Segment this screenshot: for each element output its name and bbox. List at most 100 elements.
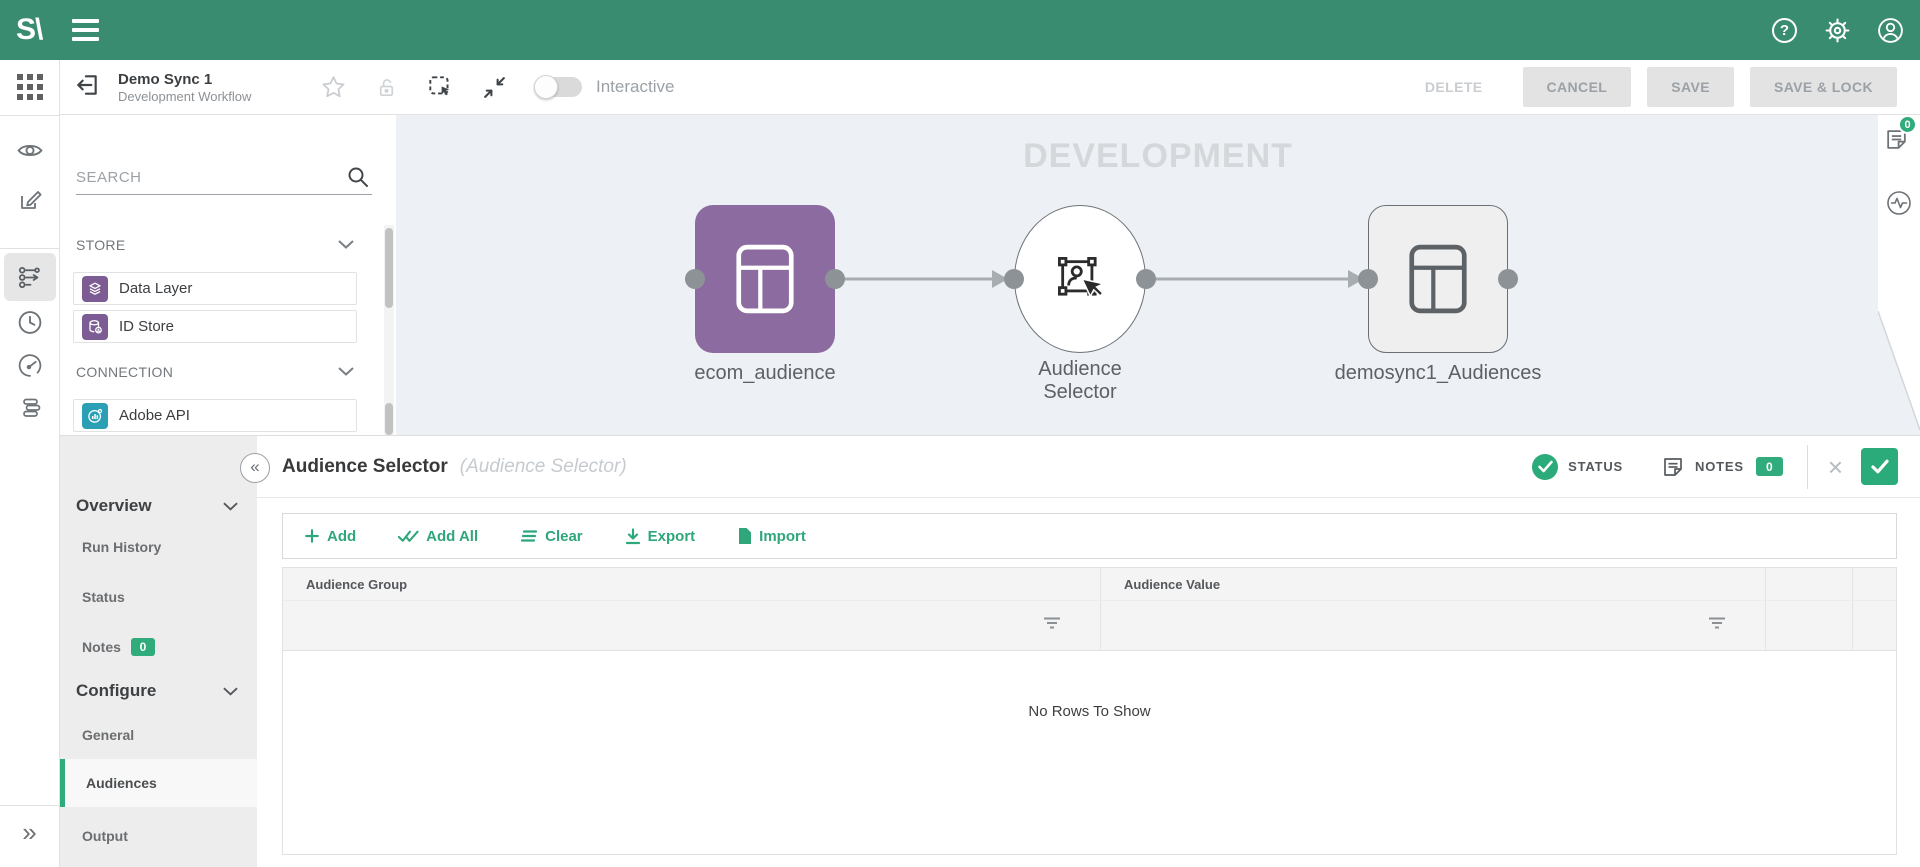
view-eye-icon[interactable]: [16, 137, 43, 167]
status-check-icon[interactable]: [1532, 453, 1559, 480]
history-clock-icon[interactable]: [16, 309, 43, 339]
data-stack-icon[interactable]: [17, 395, 43, 424]
left-icon-rail: »: [0, 60, 60, 867]
workflow-toolbar: Demo Sync 1 Development Workflow Interac…: [60, 60, 1920, 115]
plus-icon: [305, 529, 319, 543]
scrollbar-thumb[interactable]: [385, 403, 393, 435]
activity-pulse-icon[interactable]: [1885, 189, 1913, 222]
check-icon: [1870, 459, 1889, 474]
connection-section-label: CONNECTION: [76, 364, 174, 380]
close-icon[interactable]: ×: [1828, 454, 1843, 480]
chevron-down-icon: [223, 687, 238, 696]
unlock-icon[interactable]: [374, 75, 399, 100]
cancel-button[interactable]: CANCEL: [1522, 67, 1632, 107]
dashboard-gauge-icon[interactable]: [16, 352, 43, 382]
chevron-down-icon: [223, 502, 238, 511]
clear-label: Clear: [545, 527, 583, 545]
inspector-subtitle: (Audience Selector): [459, 455, 627, 477]
collapse-panel-button[interactable]: «: [240, 453, 270, 483]
palette-item-id-store[interactable]: ID Store: [73, 310, 357, 343]
app-logo[interactable]: S\: [16, 13, 43, 47]
nav-item-notes[interactable]: Notes 0: [82, 632, 155, 662]
inspector-nav: Overview Run History Status Notes 0 Conf…: [60, 436, 257, 867]
toolbar-buttons: DELETE CANCEL SAVE SAVE & LOCK: [1401, 67, 1897, 107]
interactive-toggle-label: Interactive: [596, 77, 675, 96]
palette-scrollbar[interactable]: [384, 225, 394, 437]
palette-item-data-layer[interactable]: Data Layer: [73, 272, 357, 305]
canvas-notes-count-badge: 0: [1898, 115, 1917, 134]
expand-panel-chevrons[interactable]: »: [22, 817, 36, 848]
node-demosync1-audiences[interactable]: [1368, 205, 1508, 353]
inspector-header-actions: STATUS NOTES 0 ×: [1532, 444, 1898, 489]
add-all-button[interactable]: Add All: [398, 528, 478, 545]
nav-item-status[interactable]: Status: [82, 582, 125, 612]
connection-section-header[interactable]: CONNECTION: [76, 364, 376, 380]
account-icon[interactable]: [1877, 17, 1904, 44]
scrollbar-thumb[interactable]: [385, 228, 393, 308]
status-label[interactable]: STATUS: [1568, 459, 1623, 474]
nav-item-audiences-selected[interactable]: Audiences: [60, 759, 257, 807]
column-header-audience-value[interactable]: Audience Value: [1101, 568, 1766, 600]
add-button[interactable]: Add: [304, 528, 356, 545]
node-label: ecom_audience: [694, 362, 836, 384]
table-filter-row: [283, 600, 1896, 650]
marquee-select-icon[interactable]: [426, 73, 454, 101]
node-ecom-audience[interactable]: [695, 205, 835, 353]
node-inspector-panel: Overview Run History Status Notes 0 Conf…: [60, 435, 1920, 867]
workflow-canvas[interactable]: DEVELOPMENT ecom_audience Audience Selec…: [396, 115, 1920, 435]
import-button[interactable]: Import: [737, 527, 806, 545]
help-icon[interactable]: ?: [1771, 17, 1798, 44]
nav-item-run-history[interactable]: Run History: [82, 532, 161, 562]
clear-button[interactable]: Clear: [520, 528, 583, 545]
audiences-table: Audience Group Audience Value No Rows To…: [282, 567, 1897, 855]
export-button[interactable]: Export: [625, 527, 695, 545]
collapse-view-icon[interactable]: [481, 74, 508, 101]
search-input[interactable]: [76, 163, 372, 195]
save-lock-button[interactable]: SAVE & LOCK: [1749, 67, 1897, 107]
nav-section-overview[interactable]: Overview: [76, 491, 242, 521]
nav-section-configure[interactable]: Configure: [76, 676, 242, 706]
notes-icon[interactable]: [1661, 455, 1685, 479]
add-label: Add: [327, 527, 357, 545]
header-divider: [1806, 444, 1808, 489]
nav-section-label: Configure: [76, 681, 157, 700]
column-header-audience-group[interactable]: Audience Group: [283, 568, 1101, 600]
apps-grid-icon[interactable]: [16, 74, 43, 100]
notes-count-badge: 0: [1755, 457, 1783, 476]
nav-item-general[interactable]: General: [82, 720, 134, 750]
filter-icon[interactable]: [1044, 617, 1060, 635]
database-icon: [82, 313, 108, 340]
hamburger-menu-button[interactable]: [72, 19, 100, 41]
notes-label[interactable]: NOTES: [1695, 459, 1744, 474]
node-label: demosync1_Audiences: [1334, 362, 1542, 384]
delete-button[interactable]: DELETE: [1401, 67, 1507, 107]
layers-icon: [82, 275, 108, 302]
chevron-down-icon: [338, 367, 354, 376]
workflow-pipeline-icon[interactable]: [16, 264, 43, 294]
interactive-toggle[interactable]: [534, 75, 582, 99]
workflow-subtitle: Development Workflow: [118, 88, 252, 104]
question-glyph: ?: [1779, 21, 1790, 39]
nav-section-label: Overview: [76, 496, 152, 515]
download-icon: [625, 527, 640, 544]
inspector-header: « Audience Selector (Audience Selector) …: [240, 436, 1920, 498]
nav-item-output[interactable]: Output: [82, 821, 128, 851]
compose-edit-icon[interactable]: [17, 187, 43, 216]
settings-gear-icon[interactable]: [1824, 17, 1851, 44]
node-audience-selector[interactable]: [1014, 205, 1146, 353]
search-icon[interactable]: [346, 165, 370, 194]
favorite-star-icon[interactable]: [320, 74, 347, 101]
store-section-label: STORE: [76, 237, 126, 253]
filter-icon[interactable]: [1709, 617, 1725, 635]
store-section-header[interactable]: STORE: [76, 237, 376, 253]
inspector-title: Audience Selector: [282, 455, 448, 477]
table-body-empty: No Rows To Show: [283, 650, 1896, 854]
exit-workflow-icon[interactable]: [74, 72, 100, 103]
palette-item-adobe-api[interactable]: Adobe API: [73, 399, 357, 432]
save-button[interactable]: SAVE: [1647, 67, 1734, 107]
nav-item-label: Audiences: [86, 775, 157, 791]
confirm-check-button[interactable]: [1861, 448, 1898, 485]
table-icon: [1409, 244, 1467, 314]
table-header-row: Audience Group Audience Value: [283, 568, 1896, 600]
palette-item-label: Adobe API: [119, 407, 190, 424]
